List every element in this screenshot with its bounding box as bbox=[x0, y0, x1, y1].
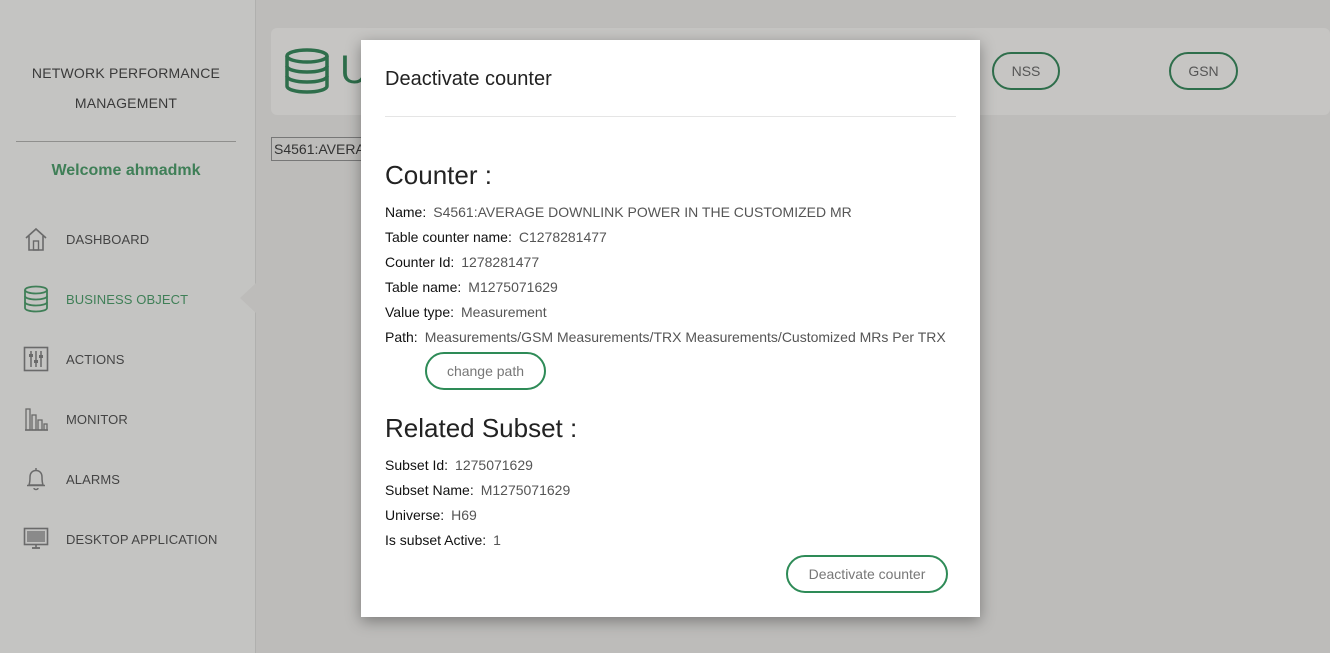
database-icon bbox=[22, 285, 50, 313]
field-value: Measurements/GSM Measurements/TRX Measur… bbox=[424, 329, 946, 345]
field-label: Subset Id: bbox=[385, 457, 449, 473]
gsn-button[interactable]: GSN bbox=[1169, 52, 1238, 90]
active-indicator bbox=[240, 283, 256, 313]
field-label: Table counter name: bbox=[385, 229, 512, 245]
field-value: H69 bbox=[451, 507, 477, 523]
sliders-icon bbox=[22, 345, 50, 373]
sidebar-item-label: MONITOR bbox=[66, 411, 128, 427]
deactivate-counter-button[interactable]: Deactivate counter bbox=[786, 555, 948, 593]
nss-button[interactable]: NSS bbox=[992, 52, 1060, 90]
value-type-row: Value type: Measurement bbox=[385, 304, 547, 320]
sidebar-item-actions[interactable]: ACTIONS bbox=[22, 344, 124, 374]
field-label: Path: bbox=[385, 329, 418, 345]
field-value: M1275071629 bbox=[468, 279, 558, 295]
field-value: 1278281477 bbox=[461, 254, 540, 270]
sidebar-item-dashboard[interactable]: DASHBOARD bbox=[22, 224, 149, 254]
monitor-icon bbox=[22, 525, 50, 553]
sidebar-item-label: ALARMS bbox=[66, 471, 121, 487]
counter-name-row: Name: S4561:AVERAGE DOWNLINK POWER IN THE… bbox=[385, 204, 852, 220]
related-subset-title: Related Subset : bbox=[385, 413, 578, 443]
modal-title: Deactivate counter bbox=[385, 68, 552, 90]
change-path-button[interactable]: change path bbox=[425, 352, 546, 390]
bell-icon bbox=[22, 465, 50, 493]
field-label: Value type: bbox=[385, 304, 455, 320]
field-label: Table name: bbox=[385, 279, 462, 295]
bar-chart-icon bbox=[22, 405, 50, 433]
sidebar-item-monitor[interactable]: MONITOR bbox=[22, 404, 128, 434]
sidebar-item-desktop-application[interactable]: DESKTOP APPLICATION bbox=[22, 524, 217, 554]
field-value: 1 bbox=[493, 532, 501, 548]
subset-id-row: Subset Id: 1275071629 bbox=[385, 457, 533, 473]
field-label: Is subset Active: bbox=[385, 532, 487, 548]
field-label: Subset Name: bbox=[385, 482, 474, 498]
sidebar: NETWORK PERFORMANCE MANAGEMENT Welcome a… bbox=[0, 0, 256, 653]
counter-section-title: Counter : bbox=[385, 160, 492, 190]
sidebar-item-label: DASHBOARD bbox=[66, 231, 150, 247]
subset-name-row: Subset Name: M1275071629 bbox=[385, 482, 570, 498]
table-counter-name-row: Table counter name: C1278281477 bbox=[385, 229, 607, 245]
universe-row: Universe: H69 bbox=[385, 507, 477, 523]
subset-active-row: Is subset Active: 1 bbox=[385, 532, 501, 548]
sidebar-item-label: BUSINESS OBJECT bbox=[66, 291, 189, 307]
sidebar-divider bbox=[16, 141, 236, 142]
field-value: Measurement bbox=[461, 304, 547, 320]
counter-id-row: Counter Id: 1278281477 bbox=[385, 254, 539, 270]
home-icon bbox=[22, 225, 50, 253]
sidebar-item-alarms[interactable]: ALARMS bbox=[22, 464, 120, 494]
app-title: NETWORK PERFORMANCE MANAGEMENT bbox=[31, 65, 221, 111]
field-value: 1275071629 bbox=[455, 457, 533, 473]
sidebar-item-label: DESKTOP APPLICATION bbox=[66, 531, 218, 547]
deactivate-counter-modal: Deactivate counter Counter : Name: S4561:… bbox=[361, 40, 980, 617]
sidebar-item-business-object[interactable]: BUSINESS OBJECT bbox=[22, 284, 188, 314]
field-label: Name: bbox=[385, 204, 427, 220]
table-name-row: Table name: M1275071629 bbox=[385, 279, 558, 295]
field-value: C1278281477 bbox=[518, 229, 607, 245]
sidebar-item-label: ACTIONS bbox=[66, 351, 125, 367]
modal-divider bbox=[385, 116, 956, 117]
path-row: Path: Measurements/GSM Measurements/TRX M… bbox=[385, 329, 946, 345]
field-label: Counter Id: bbox=[385, 254, 455, 270]
database-icon bbox=[284, 48, 330, 99]
field-value: S4561:AVERAGE DOWNLINK POWER IN THE CUST… bbox=[433, 204, 852, 220]
field-label: Universe: bbox=[385, 507, 445, 523]
welcome-text: Welcome ahmadmk bbox=[51, 162, 201, 179]
field-value: M1275071629 bbox=[480, 482, 571, 498]
